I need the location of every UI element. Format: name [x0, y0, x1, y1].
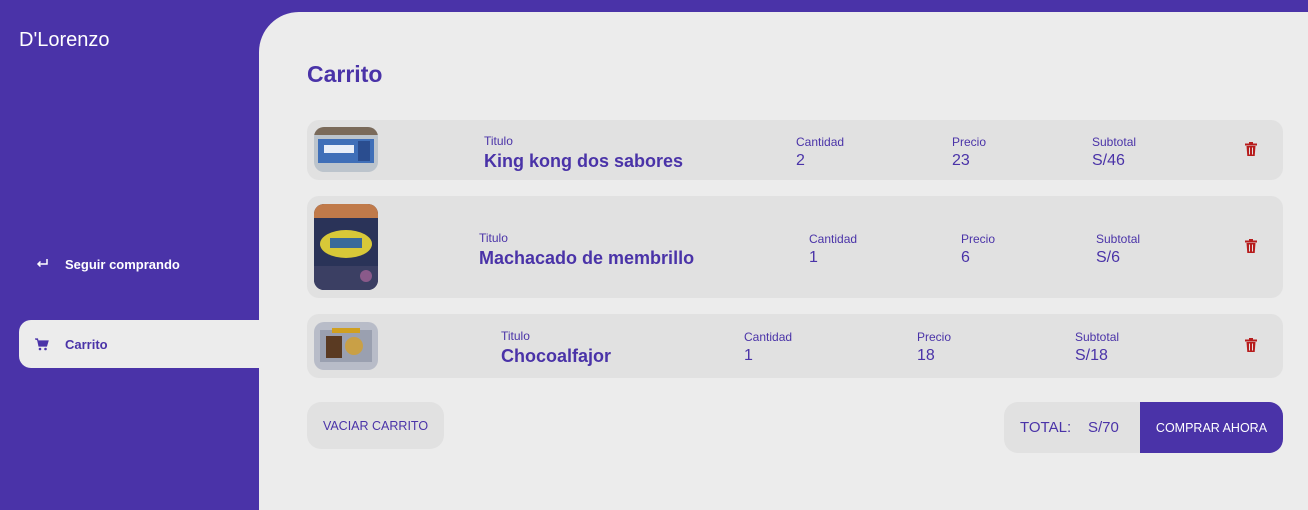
- cart-icon: [35, 337, 49, 351]
- price-label: Precio: [917, 330, 952, 344]
- price-label: Precio: [952, 135, 987, 149]
- item-subtotal: S/46: [1092, 152, 1125, 169]
- item-subtotal-field: Subtotal S/46: [1092, 135, 1136, 170]
- item-subtotal-field: Subtotal S/18: [1075, 330, 1119, 365]
- trash-icon[interactable]: [1245, 338, 1259, 354]
- cart-row: Titulo King kong dos sabores Cantidad 2 …: [307, 120, 1283, 180]
- brand-logo[interactable]: D'Lorenzo: [19, 29, 110, 52]
- total-label: TOTAL:: [1020, 419, 1072, 436]
- subtotal-label: Subtotal: [1096, 232, 1141, 246]
- item-title: Machacado de membrillo: [479, 248, 695, 268]
- product-image: [314, 127, 378, 172]
- buy-now-button[interactable]: COMPRAR AHORA: [1140, 402, 1283, 453]
- subtotal-label: Subtotal: [1075, 330, 1120, 344]
- item-title: Chocoalfajor: [501, 346, 612, 366]
- title-label: Titulo: [484, 134, 513, 148]
- total-box: TOTAL: S/70 COMPRAR AHORA: [1004, 402, 1283, 453]
- trash-icon[interactable]: [1245, 142, 1259, 158]
- title-label: Titulo: [501, 329, 530, 343]
- qty-label: Cantidad: [809, 232, 858, 246]
- price-label: Precio: [961, 232, 996, 246]
- item-qty: 1: [809, 249, 818, 266]
- item-title-field: Titulo Chocoalfajor: [501, 329, 611, 367]
- item-qty: 1: [744, 347, 753, 364]
- nav-carrito-label: Carrito: [65, 336, 108, 352]
- qty-label: Cantidad: [796, 135, 845, 149]
- item-subtotal: S/18: [1075, 347, 1108, 364]
- return-arrow-icon: [35, 257, 49, 271]
- subtotal-label: Subtotal: [1092, 135, 1137, 149]
- cart-row: Titulo Machacado de membrillo Cantidad 1…: [307, 196, 1283, 298]
- nav-seguir-comprando[interactable]: Seguir comprando: [19, 240, 259, 288]
- total-value: S/70: [1088, 419, 1119, 436]
- item-price: 6: [961, 249, 970, 266]
- product-image: [314, 322, 378, 370]
- item-subtotal: S/6: [1096, 249, 1121, 266]
- empty-cart-button[interactable]: VACIAR CARRITO: [307, 402, 444, 449]
- sidebar: D'Lorenzo Seguir comprando Carrito: [0, 0, 259, 510]
- nav-carrito[interactable]: Carrito: [19, 320, 259, 368]
- cart-row: Titulo Chocoalfajor Cantidad 1 Precio 18…: [307, 314, 1283, 378]
- item-qty-field: Cantidad 1: [744, 330, 792, 365]
- title-label: Titulo: [479, 231, 508, 245]
- item-title-field: Titulo Machacado de membrillo: [479, 231, 694, 269]
- trash-icon[interactable]: [1245, 239, 1259, 255]
- item-qty-field: Cantidad 2: [796, 135, 844, 170]
- item-price-field: Precio 18: [917, 330, 951, 365]
- qty-label: Cantidad: [744, 330, 793, 344]
- item-price: 23: [952, 152, 970, 169]
- nav-seguir-label: Seguir comprando: [65, 256, 180, 272]
- item-price-field: Precio 23: [952, 135, 986, 170]
- item-title-field: Titulo King kong dos sabores: [484, 134, 683, 172]
- page-title: Carrito: [307, 61, 383, 87]
- item-title: King kong dos sabores: [484, 151, 684, 171]
- item-price-field: Precio 6: [961, 232, 995, 267]
- item-qty-field: Cantidad 1: [809, 232, 857, 267]
- product-image: [314, 204, 378, 290]
- item-qty: 2: [796, 152, 805, 169]
- main-content: Carrito Titulo King kong dos sabores Can…: [259, 12, 1308, 510]
- item-price: 18: [917, 347, 935, 364]
- item-subtotal-field: Subtotal S/6: [1096, 232, 1140, 267]
